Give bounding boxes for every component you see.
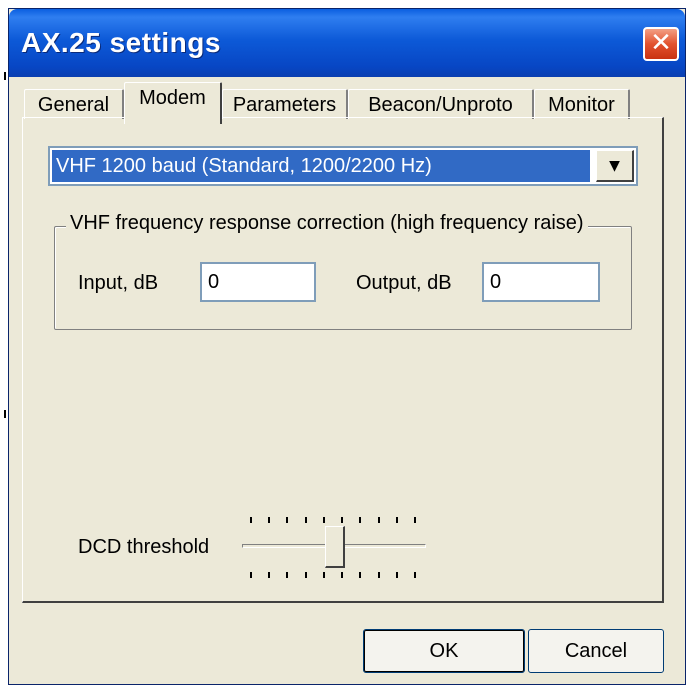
close-icon: ✕ xyxy=(650,28,672,58)
slider-tick xyxy=(414,517,416,523)
group-title: VHF frequency response correction (high … xyxy=(66,212,588,235)
modem-mode-value: VHF 1200 baud (Standard, 1200/2200 Hz) xyxy=(51,149,591,183)
slider-tick xyxy=(268,517,270,523)
output-db-label: Output, dB xyxy=(356,272,452,294)
input-db-label: Input, dB xyxy=(78,272,159,294)
tab-general[interactable]: General xyxy=(24,89,124,119)
tab-parameters[interactable]: Parameters xyxy=(222,89,348,119)
slider-tick xyxy=(305,517,307,523)
ok-button[interactable]: OK xyxy=(363,629,525,673)
slider-tick xyxy=(359,572,361,578)
cancel-button[interactable]: Cancel xyxy=(528,629,664,673)
slider-tick xyxy=(286,572,288,578)
slider-tick xyxy=(378,517,380,523)
tab-modem[interactable]: Modem xyxy=(124,82,222,124)
slider-tick xyxy=(250,572,252,578)
input-db-field[interactable]: 0 xyxy=(200,262,316,302)
slider-tick xyxy=(378,572,380,578)
modem-mode-select[interactable]: VHF 1200 baud (Standard, 1200/2200 Hz) ▼ xyxy=(48,146,638,186)
slider-tick xyxy=(286,517,288,523)
output-db-field[interactable]: 0 xyxy=(482,262,600,302)
title-bar[interactable]: AX.25 settings ✕ xyxy=(9,9,685,77)
dcd-threshold-label: DCD threshold xyxy=(78,536,210,558)
tab-beacon-unproto[interactable]: Beacon/Unproto xyxy=(348,89,534,119)
slider-tick xyxy=(414,572,416,578)
slider-tick xyxy=(341,572,343,578)
slider-tick xyxy=(396,572,398,578)
edge-mark xyxy=(4,72,6,80)
edge-mark xyxy=(4,410,6,418)
slider-tick xyxy=(323,517,325,523)
slider-tick xyxy=(305,572,307,578)
window-title: AX.25 settings xyxy=(21,27,221,58)
slider-tick xyxy=(268,572,270,578)
slider-tick xyxy=(359,517,361,523)
tab-monitor[interactable]: Monitor xyxy=(534,89,630,119)
slider-tick xyxy=(396,517,398,523)
chevron-down-icon[interactable]: ▼ xyxy=(596,150,634,182)
dcd-threshold-slider[interactable] xyxy=(325,526,345,568)
slider-tick xyxy=(323,572,325,578)
slider-tick xyxy=(250,517,252,523)
close-button[interactable]: ✕ xyxy=(643,27,679,61)
slider-tick xyxy=(341,517,343,523)
